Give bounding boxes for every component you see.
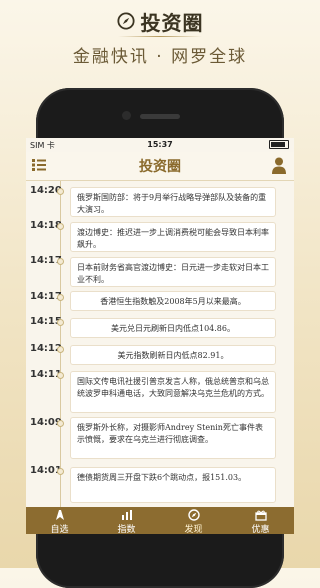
timeline-dot	[57, 372, 64, 379]
nav-bar: 投资圈	[26, 152, 294, 181]
timeline-dot	[57, 468, 64, 475]
status-right	[269, 140, 289, 149]
feed-card[interactable]: 俄罗斯国防部：将于9月举行战略导弹部队及装备的重大演习。	[70, 187, 276, 217]
user-icon[interactable]	[272, 157, 286, 174]
compass-icon	[187, 509, 200, 521]
timeline-dot	[57, 188, 64, 195]
tab-label: 发现	[184, 525, 203, 534]
news-feed[interactable]: 14:20 俄罗斯国防部：将于9月举行战略导弹部队及装备的重大演习。 14:18…	[26, 181, 294, 509]
battery-icon	[269, 140, 289, 149]
nav-title: 投资圈	[139, 159, 181, 175]
timeline-dot	[57, 420, 64, 427]
feed-card[interactable]: 香港恒生指数触及2008年5月以来最高。	[70, 291, 276, 311]
gift-icon	[254, 510, 267, 521]
compass-icon	[116, 12, 135, 30]
speaker-grille	[140, 114, 180, 119]
timeline-dot	[57, 223, 64, 230]
feed-card[interactable]: 渡边博史：推迟进一步上调消费税可能会导致日本利率飙升。	[70, 222, 276, 252]
promo-divider	[118, 36, 202, 37]
timeline-dot	[57, 294, 64, 301]
timeline-dot	[57, 346, 64, 353]
tab-discover[interactable]: 发现	[160, 507, 227, 534]
feed-card[interactable]: 国际文传电讯社援引普京发言人称，俄总统普京和乌总统波罗申科通电话，大致同意解决乌…	[70, 371, 276, 413]
bookmark-icon	[55, 510, 64, 520]
promo-header: 投资圈 金融快讯 · 网罗全球	[0, 0, 320, 86]
promo-title-row: 投资圈	[0, 6, 320, 36]
feed-card[interactable]: 美元兑日元刷新日内低点104.86。	[70, 318, 276, 338]
status-bar: SIM 卡 15:37	[26, 138, 294, 152]
tab-label: 优惠	[251, 525, 270, 534]
tab-label: 自选	[50, 525, 69, 534]
tab-label: 指数	[117, 525, 136, 534]
feed-card[interactable]: 德债期货周三开盘下跌6个跳动点，报151.03。	[70, 467, 276, 503]
chart-icon	[121, 510, 132, 520]
timeline-dot	[57, 319, 64, 326]
promo-title: 投资圈	[140, 10, 204, 35]
tab-index[interactable]: 指数	[93, 507, 160, 534]
status-time: 15:37	[147, 140, 173, 149]
promo-slogan: 金融快讯 · 网罗全球	[72, 47, 248, 67]
tab-bar: 自选 指数 发现 优惠	[26, 507, 294, 534]
feed-card[interactable]: 美元指数刷新日内低点82.91。	[70, 345, 276, 365]
feed-card[interactable]: 俄罗斯外长称，对摄影师Andrey Stenin死亡事件表示愤慨，要求在乌克兰进…	[70, 417, 276, 459]
app-screen: SIM 卡 15:37 投资圈 14:20 俄罗斯国防部：将于9月举行战略导弹部…	[26, 138, 294, 534]
timeline-dot	[57, 258, 64, 265]
tab-watchlist[interactable]: 自选	[26, 507, 93, 534]
feed-card[interactable]: 日本前财务省高官渡边博史：日元进一步走软对日本工业不利。	[70, 257, 276, 287]
camera-icon	[122, 111, 131, 120]
tab-offers[interactable]: 优惠	[227, 507, 294, 534]
